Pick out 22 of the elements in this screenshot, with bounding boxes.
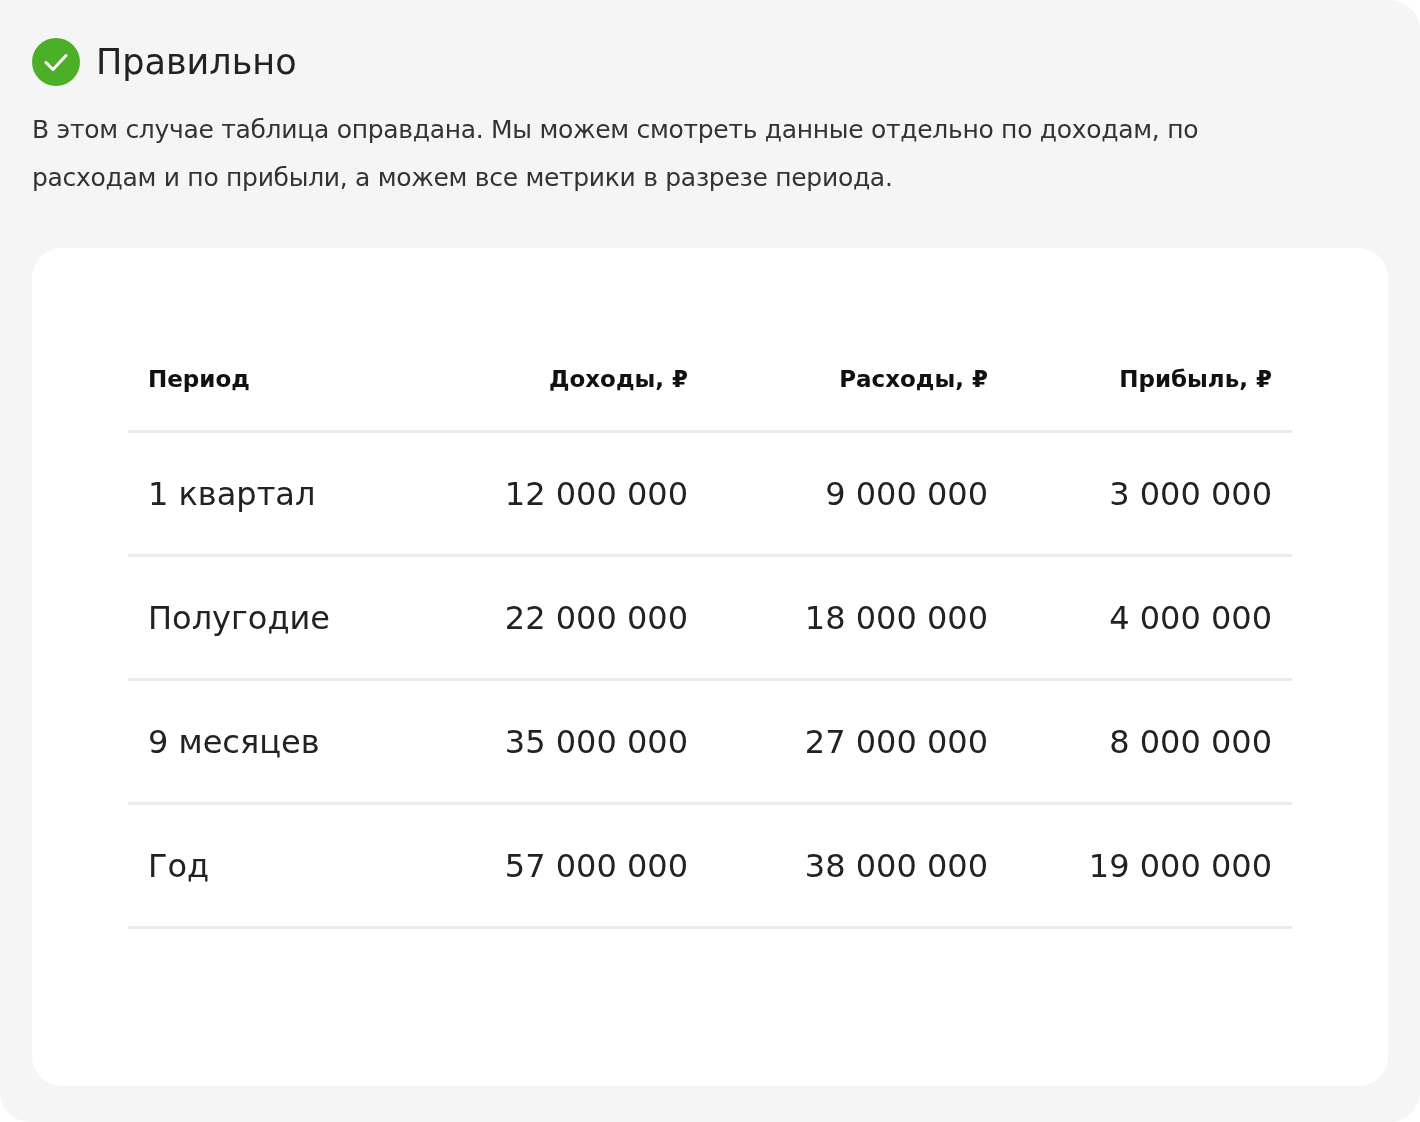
table-cell: 19 000 000 [1008,803,1292,928]
table-cell: 4 000 000 [1008,555,1292,680]
column-header: Доходы, ₽ [408,366,708,432]
column-header: Прибыль, ₽ [1008,366,1292,432]
table-cell: 57 000 000 [408,803,708,928]
table-cell: 35 000 000 [408,679,708,804]
table-cell: 18 000 000 [708,555,1008,680]
description-text: В этом случае таблица оправдана. Мы можем смотреть данные отдельно по доходам, по расходам и по прибыли, а можем все метрики в разрезе периода. [32,114,1200,194]
table-cell: 12 000 000 [408,431,708,556]
table-cell: 9 000 000 [708,431,1008,556]
table-cell: 22 000 000 [408,555,708,680]
column-header: Период [128,366,408,432]
table-cell: 9 месяцев [128,679,408,804]
table-cell: 8 000 000 [1008,679,1292,804]
table-cell: 3 000 000 [1008,431,1292,556]
verdict-title: Правильно [96,42,297,82]
table-cell: 38 000 000 [708,803,1008,928]
table-cell: Полугодие [128,555,408,680]
table-cell: 1 квартал [128,431,408,556]
column-header: Расходы, ₽ [708,366,1008,432]
table-cell: 27 000 000 [708,679,1008,804]
table-cell: Год [128,803,408,928]
